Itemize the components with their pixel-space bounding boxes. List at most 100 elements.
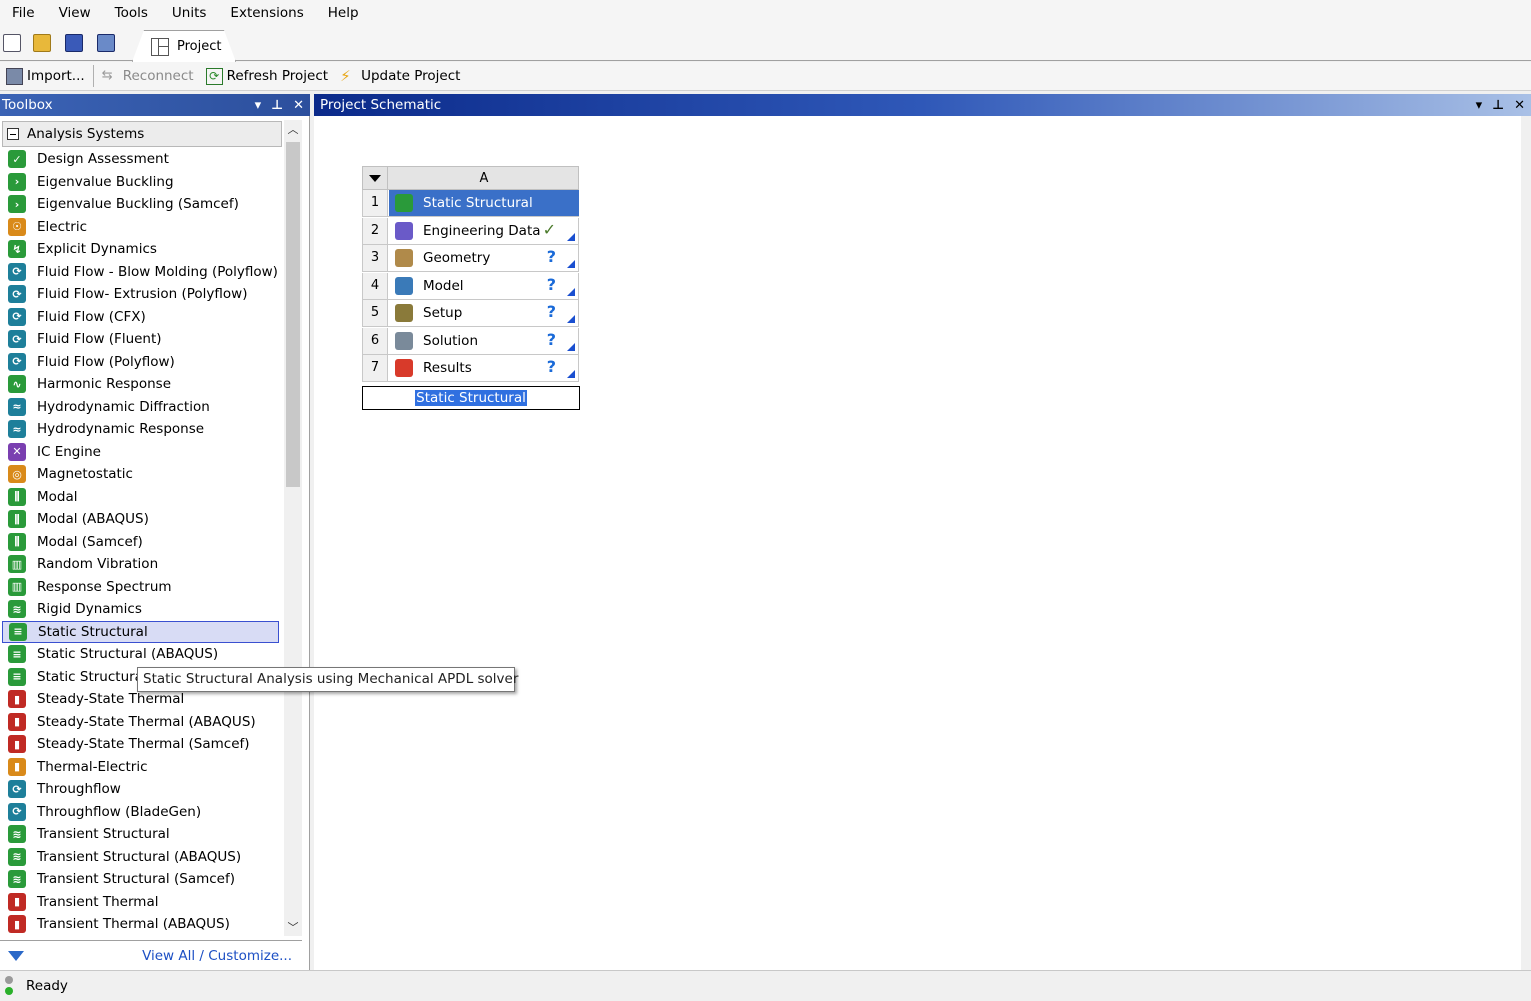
toolbox-item-label: IC Engine	[37, 443, 101, 460]
system-cell-row[interactable]: 5 Setup?	[362, 300, 579, 327]
scroll-up-icon[interactable]: ︿	[284, 120, 302, 138]
transient-thermal-icon: ▮	[8, 915, 26, 933]
toolbox-item-label: Electric	[37, 218, 88, 235]
toolbox-item[interactable]: ≡ Static Structural	[2, 620, 279, 643]
save-icon[interactable]	[62, 30, 86, 56]
menu-file[interactable]: File	[0, 0, 47, 26]
corner-triangle-icon	[567, 287, 575, 296]
fluid-flow-icon: ⟳	[8, 330, 26, 348]
toolbox-item[interactable]: ✕ IC Engine	[2, 441, 279, 463]
reconnect-button[interactable]: ⇆ Reconnect	[96, 63, 200, 89]
toolbox-item[interactable]: ▮ Steady-State Thermal (ABAQUS)	[2, 711, 279, 733]
menu-view[interactable]: View	[47, 0, 103, 26]
toolbox-item[interactable]: ⟳ Fluid Flow (Fluent)	[2, 328, 279, 350]
refresh-project-button[interactable]: ⟳ Refresh Project	[200, 63, 334, 89]
toolbox-item[interactable]: ⟳ Throughflow (BladeGen)	[2, 801, 279, 823]
toolbox-item[interactable]: › Eigenvalue Buckling	[2, 171, 279, 193]
system-name-text[interactable]: Static Structural	[415, 390, 527, 406]
chevron-down-icon[interactable]: ▾	[1476, 98, 1483, 113]
toolbox-item[interactable]: ⟳ Fluid Flow (CFX)	[2, 306, 279, 328]
lightning-icon: ⚡	[340, 66, 351, 85]
collapse-icon[interactable]	[7, 128, 19, 140]
close-icon[interactable]: ✕	[293, 98, 304, 113]
toolbox-scrollbar[interactable]: ︿ ﹀	[284, 120, 302, 936]
analysis-systems-group[interactable]: Analysis Systems	[2, 121, 282, 147]
import-label: Import...	[27, 68, 85, 84]
toolbox-item[interactable]: ≋ Rigid Dynamics	[2, 598, 279, 620]
status-bar: Ready	[0, 970, 1531, 1001]
project-schematic-canvas[interactable]: A 1 Static Structural 2 Engineering Data ✓ 3 G…	[314, 116, 1521, 970]
toolbox-item[interactable]: ◎ Magnetostatic	[2, 463, 279, 485]
menu-units[interactable]: Units	[160, 0, 219, 26]
toolbox-item-label: Throughflow (BladeGen)	[37, 803, 202, 820]
update-project-label: Update Project	[361, 68, 461, 84]
toolbox-item[interactable]: ▥ Response Spectrum	[2, 576, 279, 598]
toolbox-item-label: Steady-State Thermal	[37, 691, 185, 707]
toolbox-item[interactable]: ≋ Transient Structural (Samcef)	[2, 868, 279, 890]
toolbox-item-label: Magnetostatic	[37, 466, 133, 482]
toolbar-separator	[92, 65, 94, 87]
question-icon: ?	[546, 357, 556, 376]
update-project-button[interactable]: ⚡ Update Project	[334, 63, 466, 89]
toolbox-item[interactable]: ⫼ Modal (ABAQUS)	[2, 508, 279, 530]
menu-extensions[interactable]: Extensions	[218, 0, 315, 26]
system-cell[interactable]: Static Structural	[389, 190, 579, 216]
system-cell-row[interactable]: 3 Geometry?	[362, 245, 579, 272]
view-all-customize-link[interactable]: View All / Customize...	[142, 948, 292, 964]
tab-project[interactable]: Project	[132, 30, 236, 62]
toolbox-item[interactable]: ⫼ Modal	[2, 486, 279, 508]
save-as-icon[interactable]	[94, 30, 118, 56]
toolbox-item[interactable]: ▮ Transient Thermal	[2, 891, 279, 913]
scroll-thumb[interactable]	[286, 142, 300, 487]
chevron-down-icon[interactable]: ▾	[255, 98, 262, 113]
toolbox-item[interactable]: ⫼ Modal (Samcef)	[2, 531, 279, 553]
system-cell-row[interactable]: 4 Model?	[362, 272, 579, 300]
system-cell-row[interactable]: 7 Results?	[362, 355, 579, 382]
toolbox-item[interactable]: ≈ Hydrodynamic Response	[2, 418, 279, 440]
toolbox-item[interactable]: ▮ Thermal-Electric	[2, 756, 279, 778]
system-cell-row[interactable]: 1 Static Structural	[362, 190, 579, 217]
pin-icon[interactable]: ⊥	[1492, 98, 1504, 113]
transient-thermal-icon: ▮	[8, 892, 26, 911]
menu-help[interactable]: Help	[316, 0, 371, 26]
toolbox-item[interactable]: ✓ Design Assessment	[2, 148, 279, 170]
rigid-dynamics-icon: ≋	[8, 600, 26, 618]
fluid-flow-icon: ⟳	[8, 262, 26, 281]
toolbox-item-label: Modal (Samcef)	[37, 533, 143, 550]
electric-icon: ☉	[8, 217, 26, 236]
toolbox-item-label: Eigenvalue Buckling	[37, 173, 174, 190]
system-menu-button[interactable]	[363, 167, 388, 190]
explicit-dynamics-icon: ↯	[8, 240, 26, 258]
import-button[interactable]: Import...	[0, 63, 91, 89]
toolbox-item[interactable]: ≈ Hydrodynamic Diffraction	[2, 396, 279, 418]
system-cell-row[interactable]: 6 Solution?	[362, 327, 579, 355]
static-structural-icon	[395, 194, 413, 212]
new-project-icon[interactable]	[0, 30, 24, 56]
filter-icon[interactable]	[8, 950, 24, 961]
toolbox-item[interactable]: ≋ Transient Structural (ABAQUS)	[2, 846, 279, 868]
toolbox-item[interactable]: ∿ Harmonic Response	[2, 373, 279, 395]
system-name-field[interactable]: Static Structural	[362, 386, 580, 410]
toolbox-item-label: Random Vibration	[37, 556, 159, 572]
hydrodynamic-diffraction-icon: ≈	[8, 397, 26, 416]
open-folder-icon[interactable]	[30, 30, 54, 56]
toolbox-item[interactable]: ≡ Static Structural (ABAQUS)	[2, 643, 279, 665]
toolbox-item[interactable]: ▥ Random Vibration	[2, 553, 279, 575]
pin-icon[interactable]: ⊥	[271, 98, 283, 113]
toolbox-item[interactable]: ▮ Transient Thermal (ABAQUS)	[2, 913, 279, 935]
toolbox-item[interactable]: ▮ Steady-State Thermal (Samcef)	[2, 733, 279, 755]
toolbox-item[interactable]: ⟳ Throughflow	[2, 778, 279, 800]
toolbox-item[interactable]: ↯ Explicit Dynamics	[2, 238, 279, 260]
scroll-down-icon[interactable]: ﹀	[284, 918, 302, 936]
toolbox-item[interactable]: ⟳ Fluid Flow- Extrusion (Polyflow)	[2, 283, 279, 305]
steady-state-thermal-icon: ▮	[8, 712, 26, 731]
toolbox-item[interactable]: ⟳ Fluid Flow - Blow Molding (Polyflow)	[2, 261, 279, 283]
toolbox-item[interactable]: ⟳ Fluid Flow (Polyflow)	[2, 351, 279, 373]
menu-tools[interactable]: Tools	[103, 0, 160, 26]
toolbox-item[interactable]: › Eigenvalue Buckling (Samcef)	[2, 193, 279, 215]
close-icon[interactable]: ✕	[1514, 98, 1525, 113]
system-cell-row[interactable]: 2 Engineering Data ✓	[362, 217, 579, 245]
modal-icon: ⫼	[8, 532, 26, 551]
toolbox-item[interactable]: ☉ Electric	[2, 216, 279, 238]
toolbox-item[interactable]: ≋ Transient Structural	[2, 823, 279, 845]
